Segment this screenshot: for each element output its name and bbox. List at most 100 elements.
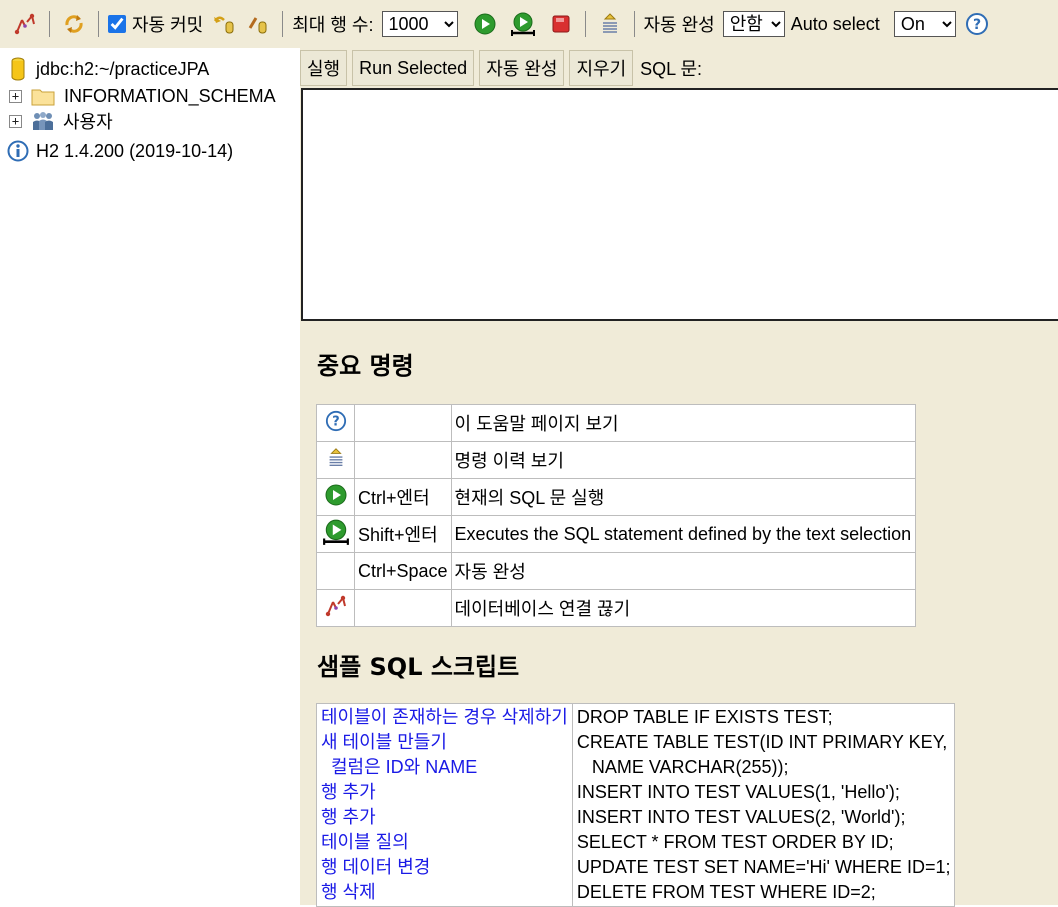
help-desc: 명령 이력 보기 (450, 441, 916, 479)
samples-section-title: 샘플 SQL 스크립트 (317, 653, 520, 681)
help-cell-icon (316, 515, 355, 553)
disconnect-icon[interactable] (12, 11, 38, 37)
sample-link-create[interactable]: 새 테이블 만들기 (321, 732, 447, 752)
help-icon[interactable]: ? (964, 11, 990, 37)
sample-link-columns[interactable]: 컬럼은 ID와 NAME (321, 757, 477, 777)
auto-commit-checkbox[interactable] (108, 15, 126, 33)
auto-select-label: Auto select (790, 13, 880, 34)
help-desc: 이 도움말 페이지 보기 (450, 404, 916, 442)
run-icon (324, 483, 348, 507)
list-item: 새 테이블 만들기 (321, 730, 568, 755)
list-item: 컬럼은 ID와 NAME (321, 755, 568, 780)
tree-item-information-schema[interactable]: + INFORMATION_SCHEMA (0, 83, 276, 109)
sql-line: SELECT * FROM TEST ORDER BY ID; (576, 832, 894, 852)
list-item: 테이블이 존재하는 경우 삭제하기 (321, 705, 568, 730)
help-desc: 데이터베이스 연결 끊기 (450, 589, 916, 627)
schema-label: INFORMATION_SCHEMA (64, 85, 276, 106)
auto-select-select[interactable]: On (893, 11, 956, 37)
auto-complete-label: 자동 완성 (643, 15, 715, 35)
refresh-icon[interactable] (61, 11, 87, 37)
list-item: 행 추가 (321, 780, 568, 805)
help-cell-icon: ? (316, 404, 355, 442)
list-item: 행 삭제 (321, 880, 568, 905)
list-item: 행 데이터 변경 (321, 855, 568, 880)
sql-input[interactable] (301, 88, 1058, 321)
run-selected-icon (322, 518, 350, 546)
stop-icon[interactable] (548, 11, 574, 37)
separator (584, 11, 586, 37)
help-key (354, 589, 452, 627)
sample-links-cell: 테이블이 존재하는 경우 삭제하기 새 테이블 만들기 컬럼은 ID와 NAME… (316, 703, 573, 907)
sql-line: DELETE FROM TEST WHERE ID=2; (576, 882, 876, 902)
run-icon[interactable] (472, 11, 498, 37)
sample-link-insert-1[interactable]: 행 추가 (321, 782, 376, 802)
table-row: 데이터베이스 연결 끊기 (316, 589, 916, 627)
help-icon: ? (325, 410, 347, 432)
separator (98, 11, 99, 37)
svg-text:?: ? (973, 17, 981, 33)
table-row: 테이블이 존재하는 경우 삭제하기 새 테이블 만들기 컬럼은 ID와 NAME… (316, 703, 956, 907)
query-toolbar: 실행 Run Selected 자동 완성 지우기 SQL 문: (300, 48, 702, 88)
separator (633, 11, 635, 37)
separator (282, 11, 284, 37)
sample-link-select[interactable]: 테이블 질의 (321, 832, 409, 852)
list-item: 행 추가 (321, 805, 568, 830)
commit-icon[interactable] (245, 11, 271, 37)
clear-button[interactable]: 지우기 (569, 50, 634, 86)
history-icon[interactable] (597, 11, 623, 37)
query-panel: 실행 Run Selected 자동 완성 지우기 SQL 문: 중요 명령 ?… (300, 48, 1058, 907)
expand-icon[interactable]: + (9, 89, 22, 103)
sample-link-insert-2[interactable]: 행 추가 (321, 807, 376, 827)
help-key: Shift+엔터 (354, 515, 452, 553)
folder-icon (31, 86, 55, 106)
connection-label: jdbc:h2:~/practiceJPA (36, 58, 210, 79)
sample-link-drop[interactable]: 테이블이 존재하는 경우 삭제하기 (321, 707, 568, 727)
tree-item-connection[interactable]: jdbc:h2:~/practiceJPA (0, 56, 209, 82)
sql-line: CREATE TABLE TEST(ID INT PRIMARY KEY, (576, 732, 948, 752)
max-rows-select[interactable]: 1000 (381, 11, 458, 37)
help-cell-icon (316, 441, 355, 479)
sample-link-delete[interactable]: 행 삭제 (321, 882, 376, 902)
table-row: Shift+엔터 Executes the SQL statement defi… (316, 515, 916, 553)
sql-line: INSERT INTO TEST VALUES(2, 'World'); (576, 807, 906, 827)
auto-complete-button[interactable]: 자동 완성 (479, 50, 565, 86)
help-key (354, 404, 452, 442)
help-key: Ctrl+엔터 (354, 478, 452, 516)
sample-sql-table: 테이블이 존재하는 경우 삭제하기 새 테이블 만들기 컬럼은 ID와 NAME… (316, 703, 956, 907)
sql-line: NAME VARCHAR(255)); (576, 757, 789, 777)
sample-sql-cell: DROP TABLE IF EXISTS TEST; CREATE TABLE … (571, 703, 956, 907)
tree-item-users[interactable]: + 사용자 (0, 108, 113, 134)
help-key (354, 441, 452, 479)
history-icon (325, 446, 347, 470)
sample-link-update[interactable]: 행 데이터 변경 (321, 857, 430, 877)
version-label: H2 1.4.200 (2019-10-14) (36, 140, 234, 161)
help-cell-icon (316, 478, 355, 516)
run-selected-icon[interactable] (510, 11, 536, 37)
sql-label: SQL 문: (640, 59, 703, 79)
help-cell-icon (316, 589, 355, 627)
help-desc: Executes the SQL statement defined by th… (450, 515, 916, 553)
help-cell-icon (316, 552, 355, 590)
table-row: ? 이 도움말 페이지 보기 (316, 404, 916, 442)
users-icon (31, 110, 55, 132)
toolbar: 자동 커밋 최대 행 수: 1000 자동 완성 안함 Auto select … (0, 0, 1058, 48)
auto-complete-select[interactable]: 안함 (722, 11, 785, 37)
sql-line: INSERT INTO TEST VALUES(1, 'Hello'); (576, 782, 900, 802)
rollback-icon[interactable] (211, 11, 237, 37)
sql-line: DROP TABLE IF EXISTS TEST; (576, 707, 833, 727)
help-section-title: 중요 명령 (317, 352, 414, 380)
table-row: 명령 이력 보기 (316, 441, 916, 479)
disconnect-icon (324, 594, 348, 618)
table-row: Ctrl+엔터 현재의 SQL 문 실행 (316, 478, 916, 516)
users-label: 사용자 (63, 112, 113, 132)
expand-icon[interactable]: + (9, 114, 22, 128)
help-table: ? 이 도움말 페이지 보기 명령 이력 보기 Ctrl+엔터 현재의 SQL (316, 404, 916, 627)
sql-line: UPDATE TEST SET NAME='Hi' WHERE ID=1; (576, 857, 951, 877)
run-selected-button[interactable]: Run Selected (352, 50, 475, 86)
help-key: Ctrl+Space (354, 552, 452, 590)
schema-tree: jdbc:h2:~/practiceJPA + INFORMATION_SCHE… (0, 48, 300, 905)
database-icon (10, 57, 26, 81)
svg-text:?: ? (332, 414, 339, 429)
help-desc: 자동 완성 (450, 552, 916, 590)
run-button[interactable]: 실행 (300, 50, 348, 86)
